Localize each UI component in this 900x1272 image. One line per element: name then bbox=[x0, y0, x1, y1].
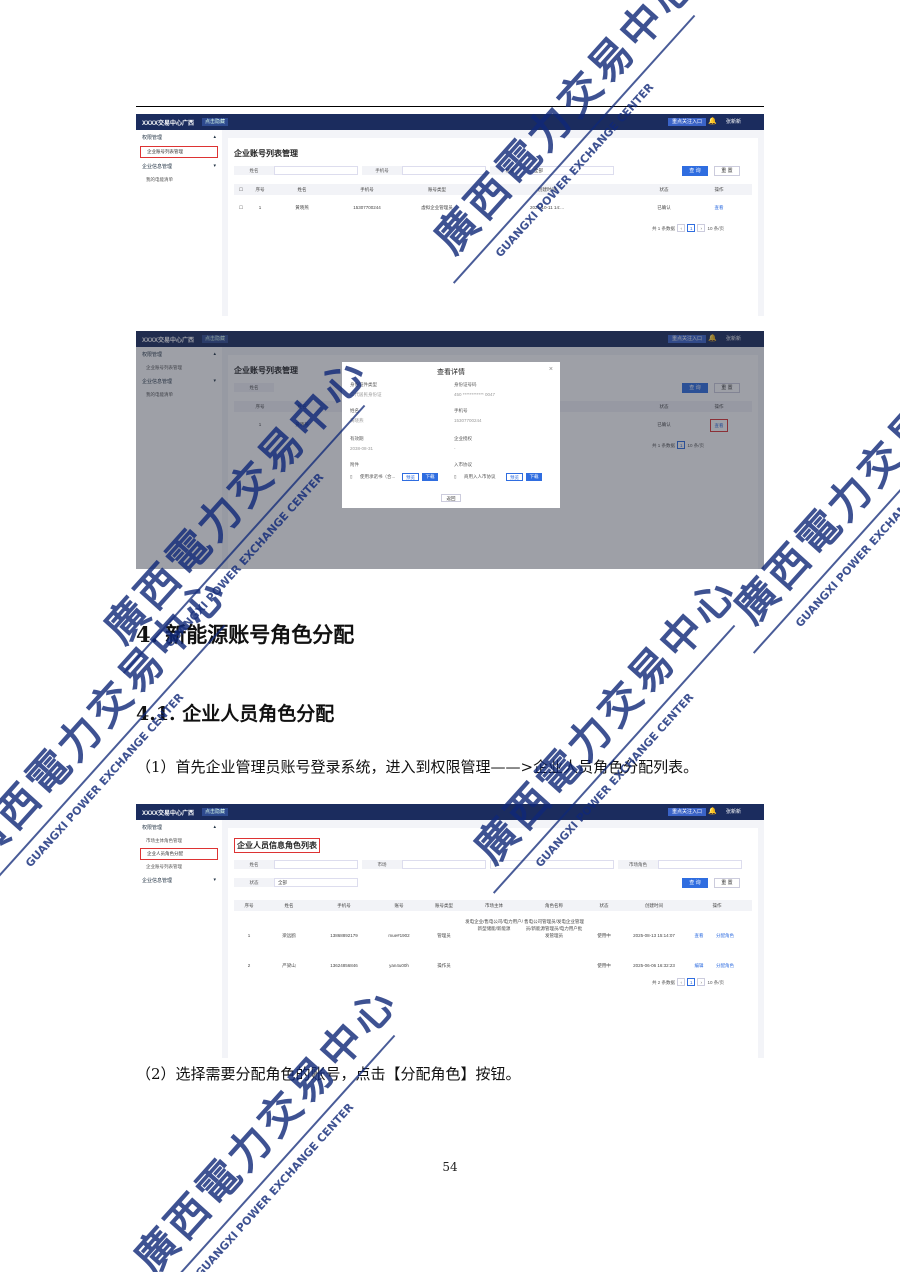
screenshot-account-list: XXXX交易中心广西 点击隐藏 重点关注入口 🔔 张新新 权限管理 ▴ 企业账号列… bbox=[136, 114, 764, 316]
collapse-tag[interactable]: 点击隐藏 bbox=[202, 118, 229, 126]
sidebar-group-permission[interactable]: 权限管理 ▴ bbox=[136, 820, 222, 835]
table-row: 2 严梁山 13624856846 yan4u00h 操作员 使用中 2025-… bbox=[234, 960, 752, 974]
main-panel: 企业账号列表管理 姓名 手机号 状态 全部 查 询 重 置 ☐ 序号 姓名 手机… bbox=[228, 138, 758, 316]
close-icon[interactable]: × bbox=[549, 366, 553, 373]
file-icon: ▯ bbox=[350, 474, 353, 479]
reset-button[interactable]: 重 置 bbox=[714, 166, 740, 176]
header-rule bbox=[136, 106, 764, 107]
bell-icon[interactable]: 🔔 bbox=[708, 807, 717, 815]
attachment-name: 使用承诺书（合... bbox=[360, 474, 396, 479]
file-icon: ▯ bbox=[454, 474, 457, 479]
status-select[interactable]: 全部 bbox=[274, 878, 358, 887]
sidebar-item-account-list[interactable]: 企业账号列表管理 bbox=[140, 146, 218, 158]
sidebar-item-role-assign[interactable]: 企业人员角色分配 bbox=[140, 848, 218, 860]
name-input[interactable] bbox=[274, 860, 358, 869]
focus-entry-button[interactable]: 重点关注入口 bbox=[668, 118, 707, 126]
subsection-heading: 4.1. 企业人员角色分配 bbox=[136, 703, 335, 725]
page-title: 企业账号列表管理 bbox=[234, 149, 298, 158]
sidebar: 权限管理 ▴ 企业账号列表管理 企业信息管理 ▾ 我的电能清单 bbox=[136, 130, 222, 316]
bell-icon[interactable]: 🔔 bbox=[708, 117, 717, 125]
sidebar-group-enterprise[interactable]: 企业信息管理 ▾ bbox=[136, 159, 222, 174]
modal-title: 查看详情 bbox=[437, 369, 465, 376]
table-header: ☐ 序号 姓名 手机号 账号类型 创建时间 状态 操作 bbox=[234, 184, 752, 195]
main-panel: 企业人员信息角色列表 姓名 市场 市场角色 状态 全部 查 询 重 置 序号 姓… bbox=[228, 828, 758, 1058]
sidebar: 权限管理 ▴ 市场主体角色管理 企业人员角色分配 企业账号列表管理 企业信息管理 ▾ bbox=[136, 820, 222, 1058]
assign-role-link[interactable]: 分配角色 bbox=[710, 930, 740, 941]
reset-button[interactable]: 重 置 bbox=[714, 878, 740, 888]
sidebar-item-energy[interactable]: 我的电能清单 bbox=[136, 174, 222, 186]
detail-modal: 查看详情 × 身份证件类型 二代居民身份证 身份证号码 450 ********… bbox=[342, 362, 560, 508]
pagination: 共 2 条数据 ‹ 1 › 10 条/页 bbox=[652, 978, 725, 986]
label-phone: 手机号 bbox=[362, 166, 402, 175]
sidebar-group-permission[interactable]: 权限管理 ▴ bbox=[136, 130, 222, 145]
user-name[interactable]: 张新新 bbox=[726, 118, 741, 125]
section-heading: 4. 新能源账号角色分配 bbox=[136, 622, 355, 647]
paragraph-step1: （1）首先企业管理员账号登录系统，进入到权限管理——>企业人员角色分配列表。 bbox=[136, 758, 699, 776]
app-topbar: XXXX交易中心广西 点击隐藏 重点关注入口 🔔 张新新 bbox=[136, 114, 764, 130]
view-link[interactable]: 查看 bbox=[694, 202, 744, 213]
page-title: 企业人员信息角色列表 bbox=[234, 838, 320, 853]
screenshot-role-list: XXXX交易中心广西 点击隐藏 重点关注入口 🔔 张新新 权限管理 ▴ 市场主体角… bbox=[136, 804, 764, 1058]
market-input[interactable] bbox=[402, 860, 486, 869]
query-button[interactable]: 查 询 bbox=[682, 878, 708, 888]
back-button[interactable]: 返回 bbox=[441, 494, 461, 502]
status-select[interactable]: 全部 bbox=[530, 166, 614, 175]
svg-text:GUANGXI POWER EXCHANGE CENTER: GUANGXI POWER EXCHANGE CENTER bbox=[793, 450, 900, 630]
sidebar-item-market-role[interactable]: 市场主体角色管理 bbox=[136, 835, 222, 847]
preview-button[interactable]: 预览 bbox=[506, 473, 523, 481]
download-button[interactable]: 下载 bbox=[526, 473, 542, 481]
pagination: 共 1 条数据 ‹ 1 › 10 条/页 bbox=[652, 224, 725, 232]
table-row: 1 梁远鸥 13868892179 mue#1902 管理员 发电企业/售电公司… bbox=[234, 914, 752, 958]
label-status: 状态 bbox=[490, 166, 530, 175]
agreement-name: 商用入人市协议 bbox=[464, 474, 496, 479]
label-name: 姓名 bbox=[234, 166, 274, 175]
paragraph-step2: （2）选择需要分配角色的账号，点击【分配角色】按钮。 bbox=[136, 1065, 521, 1083]
market-role-select[interactable] bbox=[658, 860, 742, 869]
screenshot-account-detail: XXXX交易中心广西 点击隐藏 重点关注入口 🔔 张新新 权限管理 ▴ 企业账号列… bbox=[136, 331, 764, 569]
query-button[interactable]: 查 询 bbox=[682, 166, 708, 176]
sidebar-item-account-list[interactable]: 企业账号列表管理 bbox=[136, 861, 222, 873]
svg-text:GUANGXI POWER EXCHANGE CENTER: GUANGXI POWER EXCHANGE CENTER bbox=[193, 1100, 357, 1272]
app-title: XXXX交易中心广西 bbox=[142, 121, 195, 127]
name-input[interactable] bbox=[274, 166, 358, 175]
sidebar-group-enterprise[interactable]: 企业信息管理 ▾ bbox=[136, 873, 222, 888]
download-button[interactable]: 下载 bbox=[422, 473, 438, 481]
table-header: 序号 姓名 手机号 账号 账号类型 市场主体 角色名称 状态 创建时间 操作 bbox=[234, 900, 752, 911]
subject-input[interactable] bbox=[490, 860, 614, 869]
app-topbar: XXXX交易中心广西 点击隐藏 重点关注入口 🔔 张新新 bbox=[136, 804, 764, 820]
assign-role-link[interactable]: 分配角色 bbox=[710, 960, 740, 971]
phone-input[interactable] bbox=[402, 166, 486, 175]
page-number: 54 bbox=[442, 1160, 458, 1174]
preview-button[interactable]: 预览 bbox=[402, 473, 419, 481]
